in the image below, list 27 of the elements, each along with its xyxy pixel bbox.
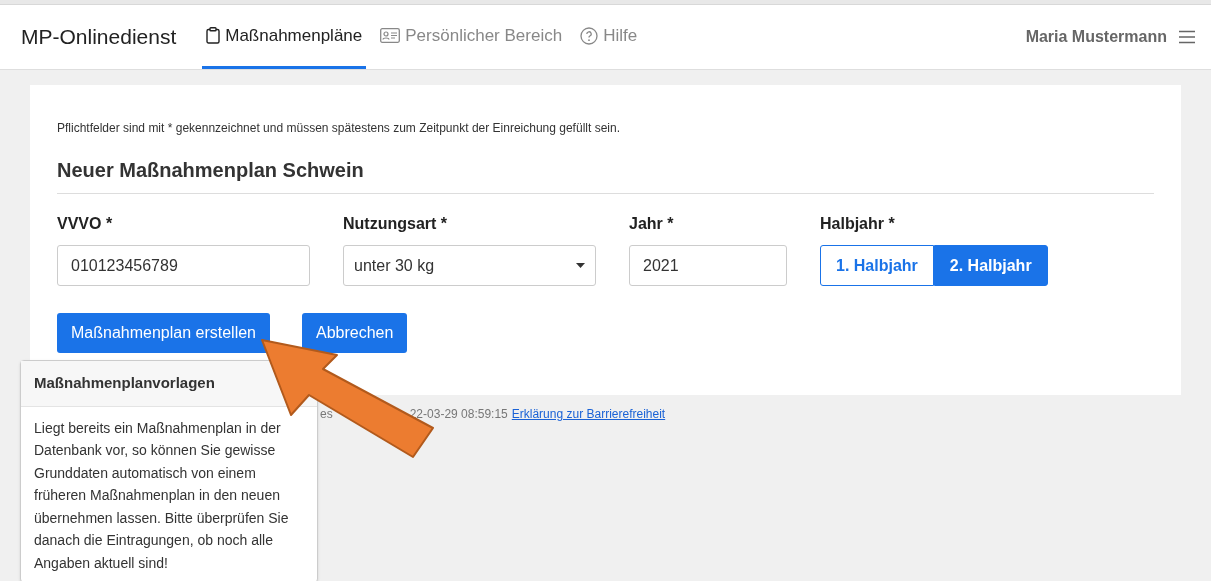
brand-title[interactable]: MP-Onlinedienst: [21, 21, 177, 53]
select-field[interactable]: unter 30 kg: [343, 245, 596, 286]
accessibility-link[interactable]: Erklärung zur Barrierefreiheit: [511, 405, 666, 423]
text-field[interactable]: 010123456789: [57, 245, 310, 286]
text-field[interactable]: 2021: [629, 245, 787, 286]
action-button[interactable]: Abbrechen: [302, 313, 408, 353]
field-label: Nutzungsart *: [343, 214, 448, 234]
action-button[interactable]: Maßnahmenplan erstellen: [57, 313, 270, 353]
help-icon: [580, 26, 599, 45]
form-title: Neuer Maßnahmenplan Schwein: [57, 155, 1154, 194]
clipboard-icon: [206, 27, 221, 44]
footer-text: es: [320, 406, 333, 423]
popover-text: Liegt bereits ein Maßnahmenplan in der Datenbank vor, so können Sie gewisse Grunddaten automatisch von einem früheren Maßnahmenplan in den neuen übernehmen lassen. Bitte überprüfen Sie danach die Eintragungen, ob noch alle Angaben aktuell sind!: [33, 418, 290, 573]
field-label: VVVO *: [57, 214, 114, 234]
segment-button[interactable]: 2. Halbjahr: [933, 245, 1048, 286]
nav-tab[interactable]: Maßnahmenpläne: [202, 5, 367, 69]
required-note: Pflichtfelder sind mit * gekennzeichnet und müssen spätestens zum Zeitpunkt der Einreichung gefüllt sein.: [57, 120, 621, 137]
id-card-icon: [380, 28, 401, 43]
nav-tab[interactable]: Persönlicher Bereich: [376, 5, 567, 69]
caret-icon: [576, 263, 585, 268]
field-label: Jahr *: [629, 214, 675, 234]
segment-button[interactable]: 1. Halbjahr: [820, 245, 934, 286]
footer-timestamp: 22-03-29 08:59:15: [409, 406, 508, 423]
nav-tab[interactable]: Hilfe: [576, 5, 642, 69]
user-name[interactable]: Maria Mustermann: [1025, 25, 1167, 49]
menu-icon[interactable]: [1179, 30, 1195, 44]
field-label: Halbjahr *: [820, 214, 896, 234]
